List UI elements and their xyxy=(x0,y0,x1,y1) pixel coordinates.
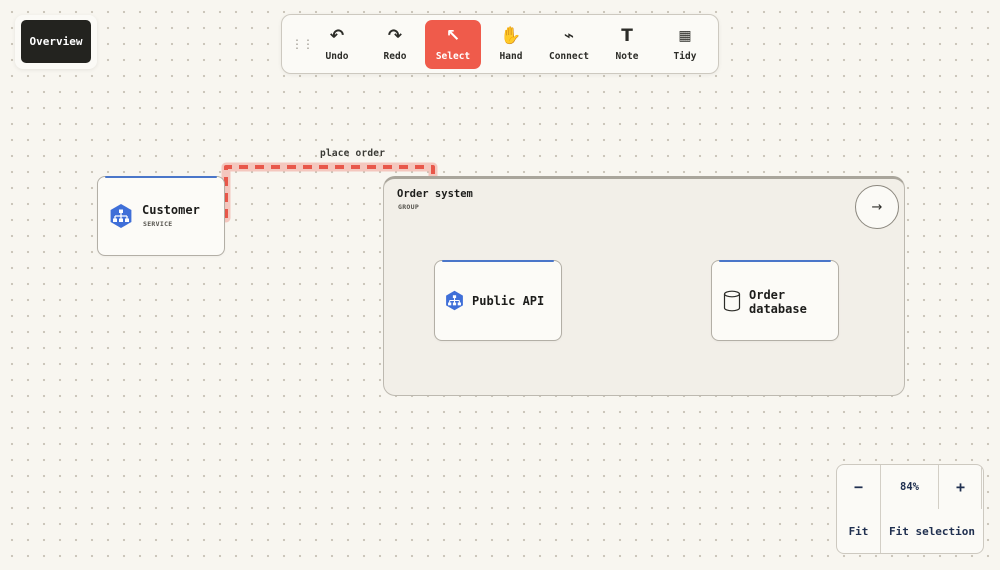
group-kind-label: GROUP xyxy=(398,203,420,211)
hand-icon: ✋ xyxy=(500,26,522,46)
overview-panel: Overview xyxy=(15,15,97,69)
tool-label: Note xyxy=(615,51,639,62)
node-accent-bar xyxy=(105,176,217,178)
service-icon xyxy=(108,203,134,233)
tool-label: Tidy xyxy=(673,51,697,62)
node-public-api[interactable]: Public API xyxy=(434,260,562,341)
group-open-button[interactable]: → xyxy=(855,185,899,229)
hand-tool-button[interactable]: ✋ Hand xyxy=(483,20,539,69)
tool-label: Redo xyxy=(383,51,407,62)
redo-icon: ↷ xyxy=(387,26,403,46)
edge-label-place-order: place order xyxy=(320,148,385,159)
zoom-controls: − 84% + Fit Fit selection xyxy=(836,464,984,554)
zoom-level: 84% xyxy=(900,481,919,493)
node-order-database[interactable]: Order database xyxy=(711,260,839,341)
connect-tool-button[interactable]: ⌁ Connect xyxy=(541,20,597,69)
tidy-button[interactable]: ▦ Tidy xyxy=(657,20,713,69)
fit-button[interactable]: Fit xyxy=(837,509,880,553)
zoom-out-button[interactable]: − xyxy=(837,465,880,509)
grid-icon: ▦ xyxy=(678,28,692,44)
arrow-right-icon: → xyxy=(871,199,883,215)
drag-handle-icon[interactable]: ⋮⋮ xyxy=(291,37,314,51)
tool-label: Hand xyxy=(499,51,523,62)
node-kind-label: SERVICE xyxy=(143,220,173,228)
fit-selection-button[interactable]: Fit selection xyxy=(881,509,983,553)
tool-label: Connect xyxy=(548,51,590,62)
database-icon xyxy=(723,290,741,316)
node-customer[interactable]: Customer SERVICE xyxy=(97,176,225,256)
overview-button[interactable]: Overview xyxy=(21,20,91,63)
connector-icon: ⌁ xyxy=(563,26,575,46)
service-icon xyxy=(444,290,465,315)
select-tool-button[interactable]: ↖ Select xyxy=(425,20,481,69)
note-tool-button[interactable]: T Note xyxy=(599,20,655,69)
undo-button[interactable]: ↶ Undo xyxy=(309,20,365,69)
tool-label: Undo xyxy=(325,51,349,62)
node-title: Order database xyxy=(749,288,807,316)
toolbar: ⋮⋮ ↶ Undo ↷ Redo ↖ Select ✋ Hand ⌁ Conne… xyxy=(281,14,719,74)
undo-icon: ↶ xyxy=(329,26,345,46)
zoom-in-button[interactable]: + xyxy=(938,465,983,509)
cursor-arrow-icon: ↖ xyxy=(445,26,461,46)
redo-button[interactable]: ↷ Redo xyxy=(367,20,423,69)
node-title: Customer xyxy=(142,203,200,217)
tool-label: Select xyxy=(435,51,471,62)
node-title: Public API xyxy=(472,294,545,308)
node-accent-bar xyxy=(442,260,554,262)
node-accent-bar xyxy=(719,260,831,262)
text-icon: T xyxy=(621,26,633,46)
group-title: Order system xyxy=(397,188,473,200)
